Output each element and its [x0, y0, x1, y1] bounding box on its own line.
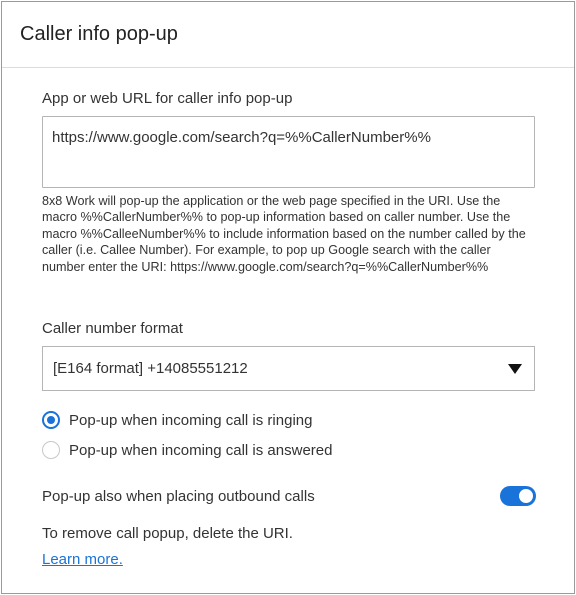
remove-popup-note: To remove call popup, delete the URI.: [42, 525, 293, 542]
selected-format-value: [E164 format] +14085551212: [53, 360, 248, 377]
url-input[interactable]: [42, 116, 535, 188]
radio-checked-icon[interactable]: [42, 411, 60, 429]
caller-info-dialog: Caller info pop-up App or web URL for ca…: [1, 1, 575, 594]
dialog-header: Caller info pop-up: [2, 2, 574, 68]
radio-option-answered[interactable]: Pop-up when incoming call is answered: [42, 441, 332, 459]
radio-label-answered: Pop-up when incoming call is answered: [69, 441, 333, 459]
radio-label-ringing: Pop-up when incoming call is ringing: [69, 411, 313, 429]
url-help-text: 8x8 Work will pop-up the application or …: [42, 194, 526, 274]
outbound-calls-toggle[interactable]: [500, 486, 536, 506]
caller-number-format-label: Caller number format: [42, 320, 183, 337]
caret-down-icon: [508, 363, 522, 374]
radio-option-ringing[interactable]: Pop-up when incoming call is ringing: [42, 411, 312, 429]
learn-more-link[interactable]: Learn more.: [42, 551, 123, 568]
dialog-title: Caller info pop-up: [20, 23, 178, 45]
url-field-label: App or web URL for caller info pop-up: [42, 90, 293, 107]
outbound-calls-label: Pop-up also when placing outbound calls: [42, 487, 315, 505]
outbound-calls-row: Pop-up also when placing outbound calls: [42, 486, 536, 506]
caller-number-format-select[interactable]: [E164 format] +14085551212: [42, 346, 535, 391]
radio-unchecked-icon[interactable]: [42, 441, 60, 459]
